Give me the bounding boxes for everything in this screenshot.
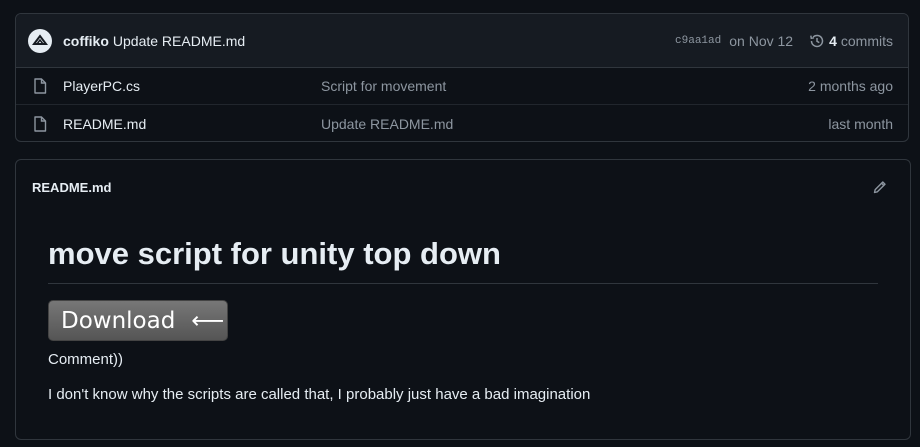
commit-count: 4 xyxy=(829,32,837,49)
commit-date: on Nov 12 xyxy=(729,32,794,49)
download-label: Download xyxy=(61,307,176,334)
commit-count-label: commits xyxy=(840,32,893,49)
avatar-logo-icon xyxy=(32,33,48,45)
file-age: last month xyxy=(828,115,893,132)
file-name-link[interactable]: PlayerPC.cs xyxy=(63,78,321,94)
file-icon xyxy=(33,115,49,132)
readme-filename-link[interactable]: README.md xyxy=(32,180,111,195)
avatar[interactable] xyxy=(28,28,52,53)
file-row[interactable]: README.md Update README.md last month xyxy=(16,105,908,141)
left-arrow-icon: ⟵ xyxy=(191,307,225,334)
readme-paragraph: Comment)) xyxy=(48,351,124,368)
pencil-icon xyxy=(873,181,886,194)
file-age: 2 months ago xyxy=(808,78,893,94)
file-name-link[interactable]: README.md xyxy=(63,116,321,132)
readme-panel: README.md move script for unity top down… xyxy=(15,159,911,440)
commit-meta: c9aa1ad on Nov 12 4 commits xyxy=(675,33,893,49)
file-icon xyxy=(33,78,49,94)
readme-header: README.md xyxy=(16,160,910,214)
file-browser: coffiko Update README.md c9aa1ad on Nov … xyxy=(15,13,909,142)
commit-message-link[interactable]: Update README.md xyxy=(113,33,245,49)
commit-history-link[interactable]: 4 commits xyxy=(809,33,893,49)
file-commit-message-link[interactable]: Update README.md xyxy=(321,116,828,132)
readme-title: move script for unity top down xyxy=(48,235,878,284)
history-icon xyxy=(809,33,825,49)
commit-sha-link[interactable]: c9aa1ad xyxy=(675,35,721,47)
readme-content: move script for unity top down Download … xyxy=(16,235,910,403)
latest-commit-bar: coffiko Update README.md c9aa1ad on Nov … xyxy=(16,14,908,68)
file-commit-message-link[interactable]: Script for movement xyxy=(321,78,808,94)
download-button[interactable]: Download ⟵ xyxy=(48,300,228,341)
commit-author-link[interactable]: coffiko xyxy=(63,33,109,49)
edit-readme-button[interactable] xyxy=(872,179,888,195)
file-row[interactable]: PlayerPC.cs Script for movement 2 months… xyxy=(16,68,908,105)
readme-paragraph: I don't know why the scripts are called … xyxy=(48,386,591,403)
